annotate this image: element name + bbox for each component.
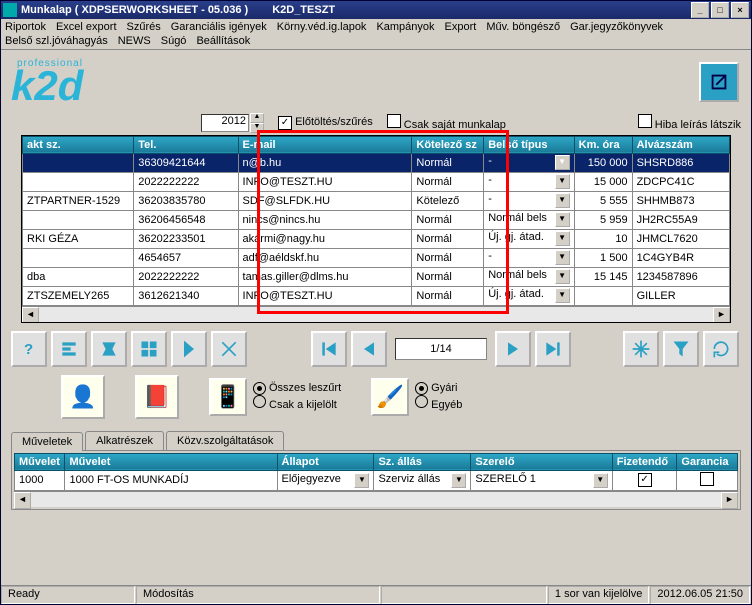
phone-icon-button[interactable]: 📱 [209, 378, 247, 416]
tool-2[interactable] [91, 331, 127, 367]
menu-item[interactable]: Szűrés [127, 21, 161, 33]
first-button[interactable] [311, 331, 347, 367]
szerelo-dropdown[interactable]: ▼ [593, 473, 608, 488]
title-a: Munkalap ( XDPSERWORKSHEET - 05.036 ) [21, 4, 248, 16]
tool-3[interactable] [131, 331, 167, 367]
tabs: Műveletek Alkatrészek Közv.szolgáltatáso… [11, 431, 741, 450]
page-indicator: 1/14 [395, 338, 487, 360]
table-row[interactable]: 2022222222INFO@TESZT.HUNormál-▼15 000ZDC… [23, 172, 730, 191]
menu-item[interactable]: Belső szl.jóváhagyás [5, 35, 108, 47]
menu-item[interactable]: Gar.jegyzőkönyvek [570, 21, 663, 33]
main-grid[interactable]: akt sz.Tel.E-mailKötelező szBelső típusK… [21, 135, 731, 323]
hscrollbar[interactable]: ◄► [22, 306, 730, 322]
table-row[interactable]: ZTSZEMELY2653612621340INFO@TESZT.HUNormá… [23, 286, 730, 305]
year-down[interactable]: ▼ [250, 123, 264, 133]
app-icon [3, 3, 17, 17]
detail-hscroll[interactable]: ◄► [14, 491, 738, 507]
status-selection: 1 sor van kijelölve [548, 586, 649, 604]
tool-zoom[interactable] [623, 331, 659, 367]
status-mod: Módosítás [136, 586, 380, 604]
logo-big: k2d [11, 69, 83, 103]
radio-gyari[interactable]: Gyári [415, 382, 457, 394]
tool-4[interactable] [171, 331, 207, 367]
allapot-dropdown[interactable]: ▼ [354, 473, 369, 488]
radio-csak-kijelolt[interactable]: Csak a kijelölt [253, 399, 337, 411]
year-up[interactable]: ▲ [250, 113, 264, 123]
menu-item[interactable]: Körny.véd.ig.lapok [277, 21, 367, 33]
external-button[interactable] [699, 62, 739, 102]
paint-icon-button[interactable]: 🖌️ [371, 378, 409, 416]
table-row[interactable]: RKI GÉZA36202233501akármi@nagy.huNormálÚ… [23, 229, 730, 248]
toolbar: ? 1/14 [1, 323, 751, 375]
table-row[interactable]: 36206456548nincs@nincs.huNormálNormál be… [23, 210, 730, 229]
external-icon [708, 71, 730, 93]
table-row[interactable]: 4654657adf@aéldskf.huNormál-▼1 5001C4GYB… [23, 248, 730, 267]
detail-header[interactable]: MűveletMűveletÁllapotSz. állásSzerelőFiz… [15, 453, 738, 470]
szallas-dropdown[interactable]: ▼ [451, 473, 466, 488]
radio-egyeb[interactable]: Egyéb [415, 399, 462, 411]
prev-button[interactable] [351, 331, 387, 367]
menu-item[interactable]: Kampányok [376, 21, 434, 33]
menu-item[interactable]: Riportok [5, 21, 46, 33]
menu-item[interactable]: Garanciális igények [171, 21, 267, 33]
tool-refresh[interactable] [703, 331, 739, 367]
tab-kozv[interactable]: Közv.szolgáltatások [166, 431, 284, 450]
table-row[interactable]: dba2022222222tamas.giller@dlms.huNormálN… [23, 267, 730, 286]
detail-row[interactable]: 1000 1000 FT-OS MUNKADÍJ Előjegyezve▼ Sz… [15, 470, 738, 490]
tool-5[interactable] [211, 331, 247, 367]
menubar: Riportok Excel export Szűrés Garanciális… [1, 19, 751, 50]
chk-hiba-leiras[interactable]: Hiba leírás látszik [638, 114, 741, 131]
tab-muveletek[interactable]: Műveletek [11, 432, 83, 451]
close-button[interactable]: × [731, 2, 749, 18]
last-button[interactable] [535, 331, 571, 367]
status-ready: Ready [1, 586, 135, 604]
dropdown-icon[interactable]: ▼ [555, 155, 570, 170]
menu-item[interactable]: Súgó [161, 35, 187, 47]
help-button[interactable]: ? [11, 331, 47, 367]
menu-item[interactable]: Műv. böngésző [486, 21, 560, 33]
grid-header[interactable]: akt sz.Tel.E-mailKötelező szBelső típusK… [23, 136, 730, 153]
min-button[interactable]: _ [691, 2, 709, 18]
menu-item[interactable]: NEWS [118, 35, 151, 47]
title-b: K2D_TESZT [272, 4, 335, 16]
status-timestamp: 2012.06.05 21:50 [650, 586, 750, 604]
chk-elotoltes[interactable]: Előtöltés/szűrés [278, 116, 373, 130]
logo: professional k2d [11, 58, 83, 103]
book-icon-button[interactable]: 📕 [135, 375, 179, 419]
menu-item[interactable]: Beállítások [196, 35, 250, 47]
titlebar: Munkalap ( XDPSERWORKSHEET - 05.036 ) K2… [1, 1, 751, 19]
chk-csak-sajat[interactable]: Csak saját munkalap [387, 114, 506, 131]
person-icon-button[interactable]: 👤 [61, 375, 105, 419]
garancia-check[interactable] [700, 472, 714, 486]
fizetendo-check[interactable] [638, 473, 652, 487]
tool-filter[interactable] [663, 331, 699, 367]
menu-item[interactable]: Excel export [56, 21, 117, 33]
radio-osszes[interactable]: Összes leszűrt [253, 382, 341, 394]
svg-text:?: ? [24, 341, 33, 358]
statusbar: Ready Módosítás 1 sor van kijelölve 2012… [1, 585, 751, 604]
table-row[interactable]: 36309421644n@b.huNormál-▼150 000SHSRD886 [23, 153, 730, 172]
tool-1[interactable] [51, 331, 87, 367]
max-button[interactable]: □ [711, 2, 729, 18]
menu-item[interactable]: Export [445, 21, 477, 33]
table-row[interactable]: ZTPARTNER-152936203835780SDF@SLFDK.HUKöt… [23, 191, 730, 210]
year-input[interactable]: 2012 [201, 114, 249, 132]
tab-alkatreszek[interactable]: Alkatrészek [85, 431, 164, 450]
detail-panel: MűveletMűveletÁllapotSz. állásSzerelőFiz… [11, 450, 741, 510]
next-button[interactable] [495, 331, 531, 367]
